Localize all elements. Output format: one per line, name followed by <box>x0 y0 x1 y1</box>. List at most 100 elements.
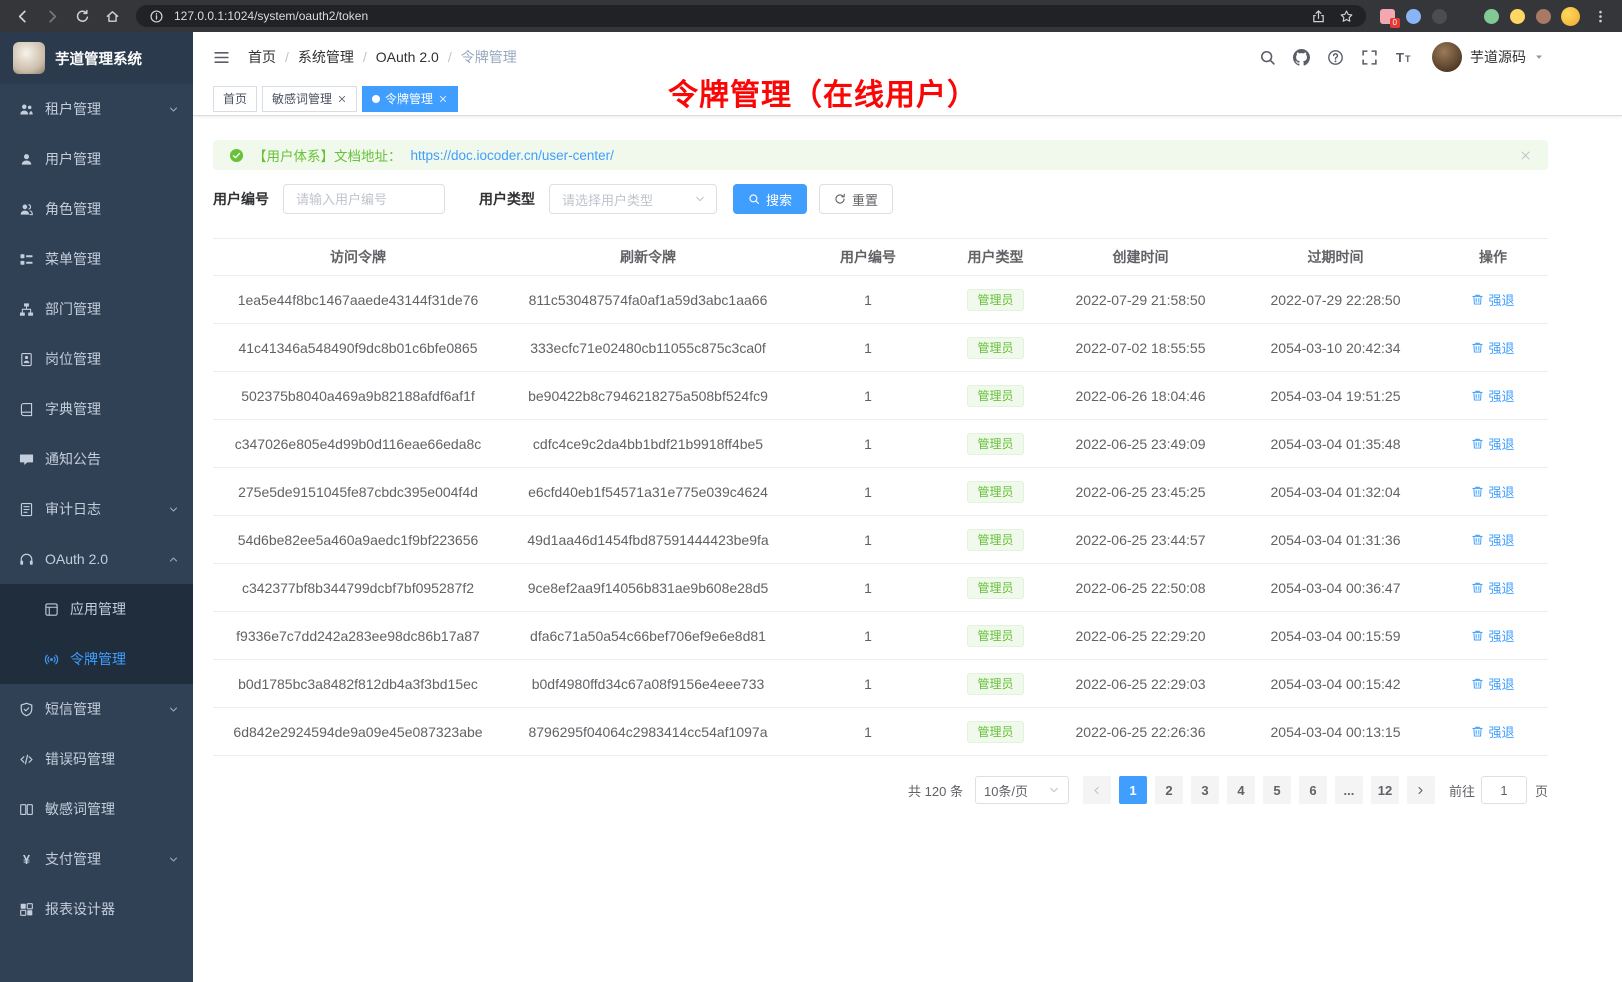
page-button-4[interactable]: 4 <box>1227 776 1255 804</box>
force-logout-label: 强退 <box>1488 626 1514 645</box>
force-logout-label: 强退 <box>1488 578 1514 597</box>
sidebar-item-error-code[interactable]: 错误码管理 <box>0 734 193 784</box>
chevron-down-icon <box>168 504 179 515</box>
sidebar-item-user[interactable]: 用户管理 <box>0 134 193 184</box>
user-type-select-placeholder: 请选择用户类型 <box>562 190 694 209</box>
user-id-cell: 1 <box>793 372 943 420</box>
table-row: 6d842e2924594de9a09e45e087323abe8796295f… <box>213 708 1548 756</box>
bookmark-star-icon[interactable] <box>1336 6 1356 26</box>
action-cell: 强退 <box>1438 372 1548 420</box>
extension-icon[interactable] <box>1406 9 1421 24</box>
reset-button[interactable]: 重置 <box>819 184 893 214</box>
search-button[interactable]: 搜索 <box>733 184 807 214</box>
home-icon[interactable] <box>102 6 122 26</box>
tab-token[interactable]: 令牌管理 <box>362 86 458 112</box>
browser-profile-avatar[interactable] <box>1561 7 1580 26</box>
user-type-cell: 管理员 <box>943 468 1048 516</box>
github-icon[interactable] <box>1288 44 1314 70</box>
sidebar-item-report-designer[interactable]: 报表设计器 <box>0 884 193 934</box>
goto-page-input[interactable] <box>1481 776 1527 804</box>
site-info-icon[interactable] <box>146 6 166 26</box>
sidebar-menu: 租户管理用户管理角色管理菜单管理部门管理岗位管理字典管理通知公告审计日志OAut… <box>0 84 193 934</box>
sidebar-item-dept[interactable]: 部门管理 <box>0 284 193 334</box>
address-bar[interactable]: 127.0.0.1:1024/system/oauth2/token <box>136 5 1366 27</box>
breadcrumb-item[interactable]: 系统管理 <box>298 47 354 67</box>
help-icon[interactable] <box>1322 44 1348 70</box>
sidebar-item-dict[interactable]: 字典管理 <box>0 384 193 434</box>
sidebar-item-role[interactable]: 角色管理 <box>0 184 193 234</box>
search-icon[interactable] <box>1254 44 1280 70</box>
extension-icon[interactable] <box>1458 9 1473 24</box>
user-type-select[interactable]: 请选择用户类型 <box>549 184 717 214</box>
sidebar-item-sms[interactable]: 短信管理 <box>0 684 193 734</box>
force-logout-button[interactable]: 强退 <box>1471 386 1514 405</box>
font-size-icon[interactable]: TT <box>1390 44 1416 70</box>
page-more-button[interactable]: ... <box>1335 776 1363 804</box>
reload-icon[interactable] <box>72 6 92 26</box>
force-logout-button[interactable]: 强退 <box>1471 722 1514 741</box>
force-logout-button[interactable]: 强退 <box>1471 290 1514 309</box>
page-button-12[interactable]: 12 <box>1371 776 1399 804</box>
extension-icon[interactable] <box>1510 9 1525 24</box>
extension-icon[interactable] <box>1432 9 1447 24</box>
access-token-cell: 502375b8040a469a9b82188afdf6af1f <box>213 372 503 420</box>
browser-menu-icon[interactable] <box>1590 6 1610 26</box>
sidebar-item-sensitive-word[interactable]: 敏感词管理 <box>0 784 193 834</box>
extension-icon[interactable] <box>1380 9 1395 24</box>
force-logout-label: 强退 <box>1488 530 1514 549</box>
doc-link[interactable]: https://doc.iocoder.cn/user-center/ <box>411 148 614 163</box>
sidebar-toggle-icon[interactable] <box>208 44 234 70</box>
sidebar-item-menu[interactable]: 菜单管理 <box>0 234 193 284</box>
breadcrumb-item[interactable]: 首页 <box>248 47 276 67</box>
sidebar-item-tenant[interactable]: 租户管理 <box>0 84 193 134</box>
sidebar-item-audit-log[interactable]: 审计日志 <box>0 484 193 534</box>
user-id-input[interactable] <box>283 184 445 214</box>
force-logout-button[interactable]: 强退 <box>1471 530 1514 549</box>
sidebar-item-oauth2-token[interactable]: 令牌管理 <box>0 634 193 684</box>
tab-sensitive-word[interactable]: 敏感词管理 <box>262 86 357 112</box>
next-page-button[interactable] <box>1407 776 1435 804</box>
close-icon[interactable] <box>438 94 448 104</box>
sidebar-item-pay[interactable]: ¥支付管理 <box>0 834 193 884</box>
page-button-1[interactable]: 1 <box>1119 776 1147 804</box>
page-button-5[interactable]: 5 <box>1263 776 1291 804</box>
sidebar-item-notice[interactable]: 通知公告 <box>0 434 193 484</box>
table-row: c342377bf8b344799dcbf7bf095287f29ce8ef2a… <box>213 564 1548 612</box>
force-logout-label: 强退 <box>1488 674 1514 693</box>
sidebar-item-label: 租户管理 <box>45 99 168 119</box>
force-logout-button[interactable]: 强退 <box>1471 482 1514 501</box>
breadcrumb-item[interactable]: OAuth 2.0 <box>376 49 439 65</box>
alert-close-icon[interactable] <box>1519 149 1532 162</box>
sidebar-item-oauth2[interactable]: OAuth 2.0 <box>0 534 193 584</box>
extension-icon[interactable] <box>1484 9 1499 24</box>
user-icon <box>19 152 34 167</box>
access-token-cell: b0d1785bc3a8482f812db4a3f3bd15ec <box>213 660 503 708</box>
user-type-badge: 管理员 <box>967 289 1023 311</box>
force-logout-button[interactable]: 强退 <box>1471 626 1514 645</box>
page-button-2[interactable]: 2 <box>1155 776 1183 804</box>
back-icon[interactable] <box>12 6 32 26</box>
forward-icon[interactable] <box>42 6 62 26</box>
force-logout-button[interactable]: 强退 <box>1471 338 1514 357</box>
fullscreen-icon[interactable] <box>1356 44 1382 70</box>
sidebar-item-label: 敏感词管理 <box>45 799 179 819</box>
page-button-6[interactable]: 6 <box>1299 776 1327 804</box>
force-logout-button[interactable]: 强退 <box>1471 434 1514 453</box>
app-logo[interactable]: 芋道管理系统 <box>0 32 193 84</box>
page-size-select[interactable]: 10条/页 <box>975 776 1069 804</box>
extension-icon[interactable] <box>1536 9 1551 24</box>
table-row: 275e5de9151045fe87cbdc395e004f4de6cfd40e… <box>213 468 1548 516</box>
prev-page-button[interactable] <box>1083 776 1111 804</box>
sidebar-item-label: 令牌管理 <box>70 649 179 669</box>
close-icon[interactable] <box>337 94 347 104</box>
force-logout-button[interactable]: 强退 <box>1471 674 1514 693</box>
page-button-3[interactable]: 3 <box>1191 776 1219 804</box>
tab-home[interactable]: 首页 <box>213 86 257 112</box>
sidebar-item-post[interactable]: 岗位管理 <box>0 334 193 384</box>
svg-text:¥: ¥ <box>23 852 30 866</box>
share-icon[interactable] <box>1308 6 1328 26</box>
force-logout-button[interactable]: 强退 <box>1471 578 1514 597</box>
sidebar-item-oauth2-application[interactable]: 应用管理 <box>0 584 193 634</box>
user-id-cell: 1 <box>793 324 943 372</box>
user-menu[interactable]: 芋道源码 <box>1432 42 1544 72</box>
